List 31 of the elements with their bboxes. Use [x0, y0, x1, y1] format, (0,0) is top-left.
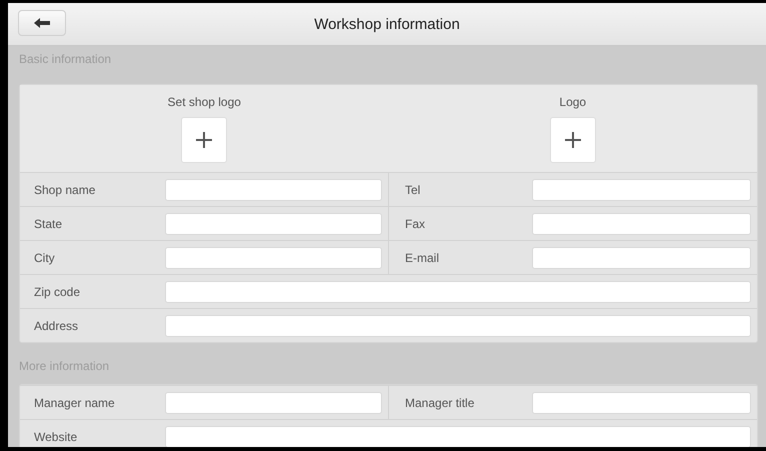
input-field[interactable] [165, 426, 751, 447]
field-label: Tel [404, 182, 422, 196]
back-arrow-icon [34, 18, 50, 28]
field-label: Manager name [33, 396, 116, 410]
input-field[interactable] [532, 178, 751, 200]
input-field[interactable] [165, 280, 751, 302]
field-label: Zip code [33, 284, 82, 298]
field-label: Manager title [404, 396, 476, 410]
input-field[interactable] [165, 314, 751, 336]
field-label: E-mail [404, 250, 440, 264]
field-label: Address [33, 318, 80, 332]
field-label: Shop name [33, 182, 96, 196]
input-field[interactable] [532, 392, 751, 414]
input-field[interactable] [532, 212, 751, 234]
plus-icon [196, 132, 212, 148]
input-field[interactable] [165, 212, 382, 234]
field-label: State [33, 216, 64, 230]
input-field[interactable] [165, 178, 382, 200]
logo-label: Set shop logo [168, 95, 241, 109]
field-label: Fax [404, 216, 426, 230]
window-title: Workshop information [313, 16, 461, 32]
field-label: City [33, 250, 56, 264]
plus-icon [564, 132, 581, 148]
input-field[interactable] [165, 246, 382, 268]
logo-label: Logo [559, 95, 586, 109]
add-logo-button[interactable] [181, 117, 228, 163]
add-logo-button[interactable] [550, 117, 596, 163]
input-field[interactable] [165, 392, 382, 414]
input-field[interactable] [532, 246, 751, 268]
field-label: Website [33, 430, 78, 444]
back-button[interactable] [18, 10, 66, 36]
